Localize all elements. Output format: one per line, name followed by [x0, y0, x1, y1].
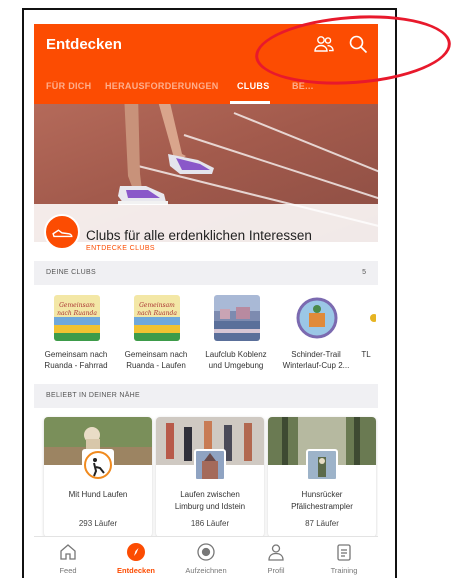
shoe-icon: [52, 229, 73, 238]
compass-icon: [127, 543, 145, 561]
nearby-header: BELIEBT IN DEINER NÄHE: [34, 384, 378, 408]
club-name: Gemeinsam nach Ruanda - Laufen: [124, 350, 188, 370]
nav-feed[interactable]: Feed: [38, 539, 98, 578]
hero-subtitle[interactable]: ENTDECKE CLUBS: [86, 245, 155, 252]
nav-training[interactable]: Training: [314, 539, 374, 578]
card-avatar: [306, 449, 338, 481]
club-name: Laufclub Koblenz und Umgebung: [205, 350, 267, 370]
training-icon: [337, 544, 351, 561]
club-name: TL: [361, 350, 371, 359]
club-logo: [360, 295, 376, 341]
bottom-navigation: Feed Entdecken Aufzeichnen Profil Traini…: [34, 536, 378, 578]
nav-label: Feed: [59, 566, 77, 575]
club-item[interactable]: Gemeinsam nach Ruanda Gemeinsam nach Ruan…: [116, 291, 196, 381]
nav-label: Training: [330, 566, 358, 575]
svg-text:nach Ruanda: nach Ruanda: [57, 310, 97, 317]
nav-explore[interactable]: Entdecken: [106, 539, 166, 578]
club-item[interactable]: Gemeinsam nach Ruanda Gemeinsam nach Ruan…: [36, 291, 116, 381]
app-screen: Entdecken FÜR DICH HERAUSFORDERUNGEN CLU…: [34, 24, 378, 578]
club-name: Gemeinsam nach Ruanda - Fahrrad: [44, 350, 108, 370]
profile-icon: [268, 544, 284, 561]
club-logo: Gemeinsam nach Ruanda: [134, 295, 180, 341]
phone-frame: Entdecken FÜR DICH HERAUSFORDERUNGEN CLU…: [22, 8, 397, 578]
club-item[interactable]: TL: [356, 291, 378, 381]
home-icon: [60, 544, 76, 560]
hero-badge: [44, 214, 80, 250]
my-clubs-label: DEINE CLUBS: [46, 269, 96, 276]
nav-label: Aufzeichnen: [185, 566, 227, 575]
nav-label: Entdecken: [117, 566, 155, 575]
club-item[interactable]: Schinder-Trail Winterlauf-Cup 2...: [276, 291, 356, 381]
svg-text:nach Ruanda: nach Ruanda: [137, 310, 177, 317]
my-clubs-header: DEINE CLUBS 5: [34, 261, 378, 285]
card-title: Laufen zwischen Limburg und Idstein: [174, 490, 246, 511]
club-logo: [214, 295, 260, 341]
club-item[interactable]: Laufclub Koblenz und Umgebung: [196, 291, 276, 381]
card-member-count: 186 Läufer: [190, 519, 230, 528]
club-logo: Gemeinsam nach Ruanda: [54, 295, 100, 341]
nearby-label: BELIEBT IN DEINER NÄHE: [46, 392, 140, 399]
hero-title: Clubs für alle erdenklichen Interessen: [86, 228, 312, 243]
nav-record[interactable]: Aufzeichnen: [176, 539, 236, 578]
tab-clubs[interactable]: CLUBS: [237, 81, 270, 91]
page-title: Entdecken: [46, 36, 122, 53]
svg-text:Gemeinsam: Gemeinsam: [59, 302, 95, 309]
card-avatar: [82, 449, 114, 481]
nav-label: Profil: [267, 566, 285, 575]
tab-challenges[interactable]: HERAUSFORDERUNGEN: [105, 81, 219, 91]
my-clubs-count: 5: [362, 269, 366, 276]
svg-text:Gemeinsam: Gemeinsam: [139, 302, 175, 309]
club-card[interactable]: Laufen zwischen Limburg und Idstein 186 L…: [156, 417, 264, 537]
record-icon: [197, 543, 215, 561]
club-logo: [294, 295, 340, 341]
club-card[interactable]: Mit Hund Laufen 293 Läufer: [44, 417, 152, 537]
card-member-count: 293 Läufer: [78, 519, 118, 528]
card-member-count: 87 Läufer: [305, 519, 339, 528]
card-title: Hunsrücker Pfälichestrampler: [291, 490, 353, 511]
hero-banner[interactable]: [34, 104, 378, 242]
card-avatar: [194, 449, 226, 481]
nav-profile[interactable]: Profil: [246, 539, 306, 578]
club-card[interactable]: Hunsrücker Pfälichestrampler 87 Läufer: [268, 417, 376, 537]
tab-for-you[interactable]: FÜR DICH: [46, 81, 91, 91]
card-title: Mit Hund Laufen: [68, 490, 128, 499]
